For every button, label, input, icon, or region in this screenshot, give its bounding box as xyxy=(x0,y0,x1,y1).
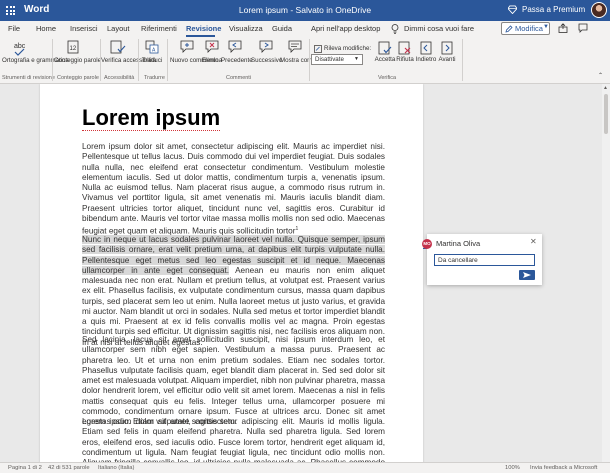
pencil-icon xyxy=(505,25,513,33)
title-bar: Word Lorem ipsum - Salvato in OneDrive P… xyxy=(0,0,610,21)
language-status[interactable]: Italiano (Italia) xyxy=(98,465,134,471)
word-count-icon: 12 xyxy=(66,40,80,54)
status-bar: Pagina 1 di 2 42 di 531 parole Italiano … xyxy=(0,462,610,473)
document-heading[interactable]: Lorem ipsum xyxy=(82,106,221,131)
reject-change-icon xyxy=(398,41,412,55)
send-button[interactable] xyxy=(519,270,535,280)
chevron-down-icon: ▼ xyxy=(354,56,359,62)
premium-diamond-icon xyxy=(508,5,517,14)
open-desktop-link[interactable]: Apri nell'app desktop xyxy=(311,24,380,33)
spelling-icon: abc xyxy=(12,40,36,56)
previous-change-button[interactable]: Indietro xyxy=(414,56,438,63)
author-avatar: MO xyxy=(422,239,432,249)
svg-text:12: 12 xyxy=(70,46,77,52)
tab-home[interactable]: Home xyxy=(36,24,56,33)
tell-me-box[interactable]: Dimmi cosa vuoi fare xyxy=(404,24,474,33)
document-title[interactable]: Lorem ipsum - Salvato in OneDrive xyxy=(0,5,610,15)
svg-text:abc: abc xyxy=(14,43,26,50)
previous-comment-button[interactable]: Precedente xyxy=(221,57,253,64)
comment-author: Martina Oliva xyxy=(436,239,481,248)
accessibility-button[interactable]: Verifica accessibilità xyxy=(101,57,156,64)
next-change-icon xyxy=(440,41,454,55)
paragraph-2[interactable]: Nunc in neque ut lacus sodales pulvinar … xyxy=(82,235,385,348)
ribbon-review: abc Ortografia e grammatica Strumenti di… xyxy=(0,37,610,84)
paragraph-4[interactable]: Lorem ipsum dolor sit amet, consectetur … xyxy=(82,417,385,462)
group-word-count-label: Conteggio parole xyxy=(57,75,99,81)
tab-references[interactable]: Riferimenti xyxy=(141,24,177,33)
track-changes-icon xyxy=(314,45,322,53)
paragraph-1[interactable]: Lorem ipsum dolor sit amet, consectetur … xyxy=(82,142,385,237)
send-icon xyxy=(523,272,531,278)
ribbon-separator xyxy=(138,39,139,81)
group-language-label: Tradurre xyxy=(144,75,165,81)
ribbon-separator xyxy=(52,39,53,81)
feedback-link[interactable]: Invia feedback a Microsoft xyxy=(530,465,597,471)
document-page[interactable]: Lorem ipsum Lorem ipsum dolor sit amet, … xyxy=(40,84,423,462)
next-change-button[interactable]: Avanti xyxy=(436,56,458,63)
user-avatar[interactable] xyxy=(591,2,607,18)
tab-help[interactable]: Guida xyxy=(272,24,292,33)
spelling-button[interactable]: Ortografia e grammatica xyxy=(2,57,69,64)
collapse-ribbon-chevron-icon[interactable]: ⌃ xyxy=(598,73,603,80)
edit-mode-label: Modifica xyxy=(515,24,543,33)
show-comments-icon xyxy=(288,40,302,54)
accessibility-check-icon xyxy=(110,40,126,54)
translate-icon: A xyxy=(145,40,159,54)
chevron-down-icon: ▼ xyxy=(543,24,549,30)
tab-insert[interactable]: Inserisci xyxy=(70,24,98,33)
tab-layout[interactable]: Layout xyxy=(107,24,130,33)
zoom-level[interactable]: 100% xyxy=(505,465,520,471)
comment-card[interactable]: MO Martina Oliva ✕ Da cancellare xyxy=(422,234,542,285)
tab-view[interactable]: Visualizza xyxy=(229,24,263,33)
paragraph-3[interactable]: Sed lacinia, lacus sit amet sollicitudin… xyxy=(82,335,385,427)
show-comments-button[interactable]: Mostra commenti xyxy=(280,57,327,64)
group-tracking-label: Verifica xyxy=(378,75,397,81)
premium-link[interactable]: Passa a Premium xyxy=(522,5,585,14)
next-comment-icon xyxy=(259,40,273,54)
tab-file[interactable]: File xyxy=(8,24,20,33)
translate-button[interactable]: Traduci xyxy=(140,57,164,64)
track-changes-select[interactable]: Disattivate ▼ xyxy=(311,54,363,65)
delete-comment-button[interactable]: Elimina xyxy=(201,57,223,64)
word-count-status[interactable]: 42 di 531 parole xyxy=(48,465,90,471)
word-count-button[interactable]: Conteggio parole xyxy=(54,57,101,64)
next-comment-button[interactable]: Successivo xyxy=(251,57,282,64)
previous-comment-icon xyxy=(228,40,242,54)
reject-button[interactable]: Rifiuta xyxy=(394,56,416,63)
scroll-up-icon[interactable]: ▲ xyxy=(603,85,608,91)
group-comments-label: Commenti xyxy=(226,75,252,81)
lightbulb-icon xyxy=(391,24,399,34)
group-accessibility-label: Accessibilità xyxy=(104,75,135,81)
footnote-mark[interactable]: 1 xyxy=(295,226,298,232)
ribbon-separator xyxy=(167,39,168,81)
comment-input[interactable]: Da cancellare xyxy=(434,254,535,266)
new-comment-icon xyxy=(180,40,194,54)
delete-comment-icon xyxy=(205,40,219,54)
scrollbar-thumb[interactable] xyxy=(604,94,608,134)
track-changes-label: Rileva modifiche: xyxy=(324,45,372,52)
tab-review[interactable]: Revisione xyxy=(186,24,221,33)
page-count: Pagina 1 di 2 xyxy=(8,465,42,471)
close-icon[interactable]: ✕ xyxy=(530,237,537,246)
accept-change-icon xyxy=(378,41,392,55)
group-proofing-label: Strumenti di revisione xyxy=(2,75,55,81)
vertical-scrollbar[interactable]: ▲ xyxy=(602,84,610,462)
previous-change-icon xyxy=(419,41,433,55)
edit-mode-dropdown[interactable]: Modifica ▼ xyxy=(501,22,550,35)
comments-pane-icon[interactable] xyxy=(578,23,588,33)
ribbon-separator xyxy=(462,39,463,81)
new-comment-button[interactable]: Nuovo commento xyxy=(170,57,219,64)
share-icon[interactable] xyxy=(558,23,568,33)
ribbon-separator xyxy=(309,39,310,81)
